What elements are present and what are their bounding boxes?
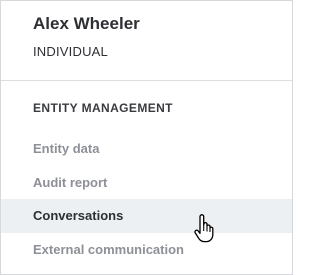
user-name: Alex Wheeler bbox=[33, 14, 140, 33]
section-title: ENTITY MANAGEMENT bbox=[33, 101, 173, 115]
nav-item-conversations[interactable]: Conversations bbox=[1, 199, 292, 233]
nav-item-audit-report[interactable]: Audit report bbox=[1, 166, 292, 200]
nav-item-label: Audit report bbox=[33, 175, 108, 190]
nav-item-label: External communication bbox=[33, 242, 184, 257]
hand-pointer-icon bbox=[194, 214, 214, 243]
entity-menu-panel: Alex Wheeler INDIVIDUAL ENTITY MANAGEMEN… bbox=[0, 0, 293, 275]
nav-item-label: Entity data bbox=[33, 141, 100, 156]
nav-item-entity-data[interactable]: Entity data bbox=[1, 132, 292, 166]
nav-item-external-communication[interactable]: External communication bbox=[1, 233, 292, 267]
user-role: INDIVIDUAL bbox=[33, 44, 108, 59]
user-header: Alex Wheeler INDIVIDUAL bbox=[1, 1, 292, 81]
nav-item-label: Conversations bbox=[33, 208, 124, 223]
